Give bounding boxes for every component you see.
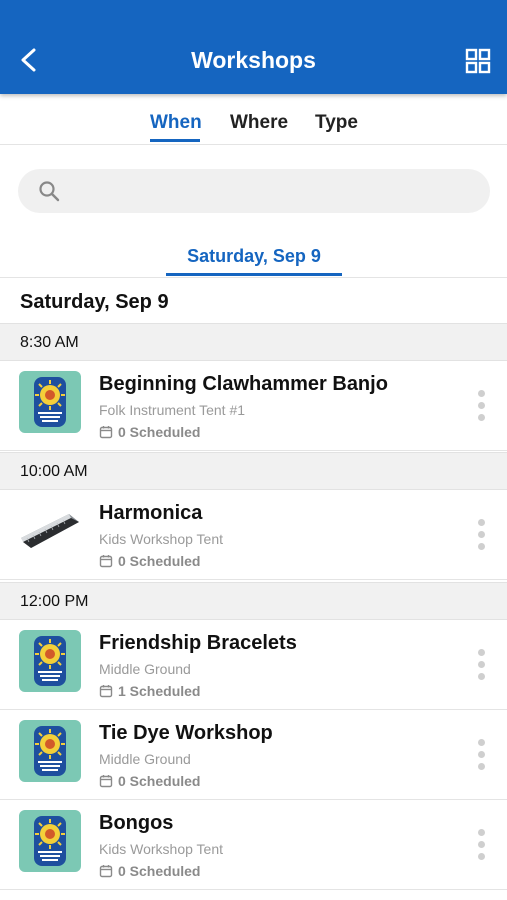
workshop-title: Beginning Clawhammer Banjo — [99, 373, 388, 395]
time-header: 12:00 PM — [0, 582, 507, 620]
scheduled-label: 0 Scheduled — [118, 424, 201, 440]
tab-where[interactable]: Where — [230, 111, 288, 135]
list-item[interactable]: Harmonica Kids Workshop Tent 0 Scheduled — [0, 490, 507, 580]
day-heading: Saturday, Sep 9 — [20, 291, 169, 313]
date-tab-indicator — [166, 273, 342, 276]
workshop-location: Kids Workshop Tent — [99, 531, 223, 547]
festival-logo-thumbnail — [19, 720, 81, 782]
active-tab-indicator — [150, 139, 200, 142]
festival-logo-thumbnail — [19, 371, 81, 433]
more-options-button[interactable] — [473, 738, 489, 772]
scheduled-label: 0 Scheduled — [118, 863, 201, 879]
scheduled-label: 0 Scheduled — [118, 773, 201, 789]
calendar-icon — [99, 775, 113, 788]
grid-view-icon — [465, 48, 491, 74]
calendar-icon — [99, 865, 113, 878]
list-item[interactable]: Beginning Clawhammer Banjo Folk Instrume… — [0, 361, 507, 451]
date-tab-saturday[interactable]: Saturday, Sep 9 — [166, 244, 342, 268]
calendar-icon — [99, 685, 113, 698]
search-input[interactable] — [72, 169, 476, 215]
list-item[interactable]: Bongos Kids Workshop Tent 0 Scheduled — [0, 800, 507, 890]
scheduled-label: 1 Scheduled — [118, 683, 201, 699]
workshop-location: Middle Ground — [99, 751, 191, 767]
tab-type[interactable]: Type — [315, 111, 358, 135]
time-label: 10:00 AM — [20, 463, 88, 480]
list-item[interactable]: Tie Dye Workshop Middle Ground 0 Schedul… — [0, 710, 507, 800]
calendar-icon — [99, 555, 113, 568]
festival-logo-thumbnail — [19, 810, 81, 872]
calendar-icon — [99, 426, 113, 439]
more-options-button[interactable] — [473, 518, 489, 552]
workshop-title: Tie Dye Workshop — [99, 722, 273, 744]
workshop-title: Harmonica — [99, 502, 203, 524]
more-vert-icon — [478, 519, 485, 526]
tab-when[interactable]: When — [150, 111, 202, 135]
time-header: 8:30 AM — [0, 323, 507, 361]
search-bar — [18, 169, 490, 215]
more-vert-icon — [478, 829, 485, 836]
page-title: Workshops — [191, 47, 316, 73]
more-vert-icon — [478, 739, 485, 746]
time-label: 8:30 AM — [20, 334, 79, 351]
filter-tabs: When Where Type — [0, 94, 507, 145]
more-options-button[interactable] — [473, 828, 489, 862]
harmonica-thumbnail — [19, 500, 81, 562]
workshop-title: Friendship Bracelets — [99, 632, 297, 654]
scheduled-count: 0 Scheduled — [99, 552, 200, 570]
scheduled-label: 0 Scheduled — [118, 553, 201, 569]
workshop-location: Middle Ground — [99, 661, 191, 677]
scheduled-count: 0 Scheduled — [99, 772, 200, 790]
list-item[interactable]: Friendship Bracelets Middle Ground 1 Sch… — [0, 620, 507, 710]
search-icon — [39, 181, 60, 202]
more-options-button[interactable] — [473, 648, 489, 682]
workshop-location: Kids Workshop Tent — [99, 841, 223, 857]
more-options-button[interactable] — [473, 389, 489, 423]
workshop-title: Bongos — [99, 812, 174, 834]
more-vert-icon — [478, 649, 485, 656]
time-header: 10:00 AM — [0, 452, 507, 490]
scheduled-count: 0 Scheduled — [99, 862, 200, 880]
scheduled-count: 0 Scheduled — [99, 423, 200, 441]
more-vert-icon — [478, 390, 485, 397]
festival-logo-thumbnail — [19, 630, 81, 692]
workshop-location: Folk Instrument Tent #1 — [99, 402, 246, 418]
divider — [0, 277, 507, 278]
scheduled-count: 1 Scheduled — [99, 682, 200, 700]
app-bar: Workshops — [0, 0, 507, 94]
time-label: 12:00 PM — [20, 593, 89, 610]
grid-view-button[interactable] — [464, 47, 492, 75]
